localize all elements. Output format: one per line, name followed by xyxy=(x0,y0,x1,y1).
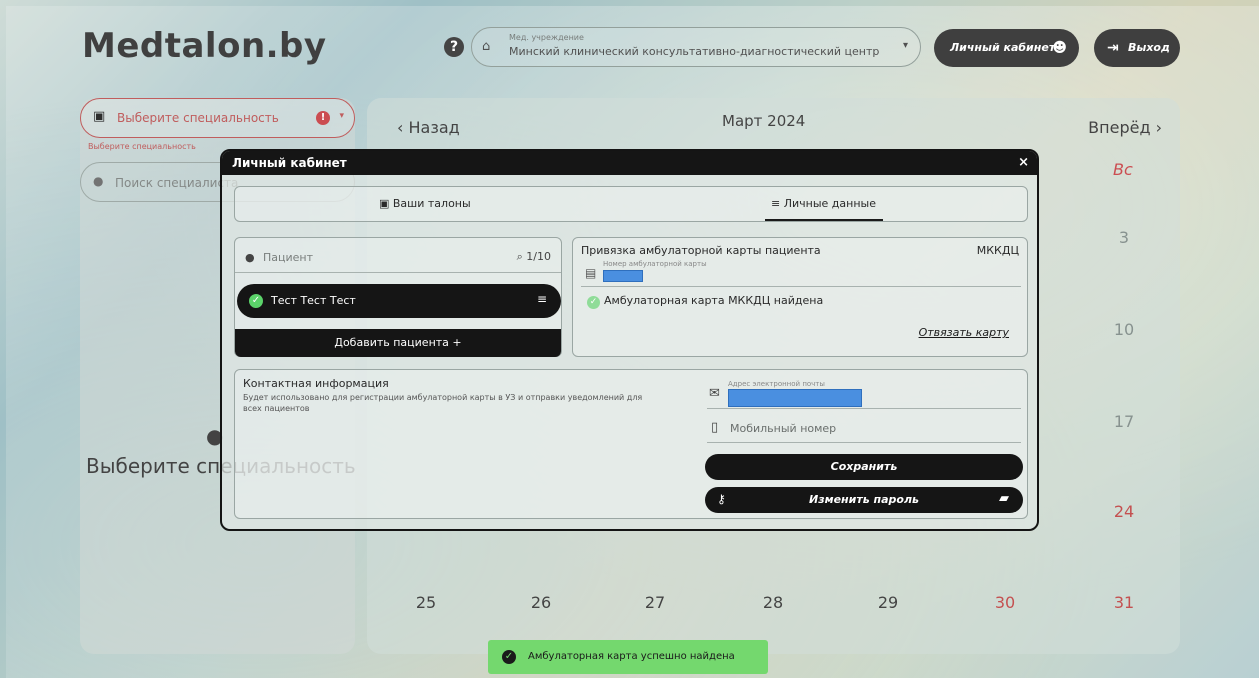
toast-text: Амбулаторная карта успешно найдена xyxy=(528,651,735,662)
add-patient-button[interactable]: Добавить пациента + xyxy=(235,329,561,357)
modal-header: Личный кабинет × xyxy=(222,151,1037,175)
medical-file-icon: ▤ xyxy=(585,266,597,280)
email-field[interactable] xyxy=(728,389,862,407)
mail-icon: ✉ xyxy=(709,386,720,401)
patient-search-placeholder: Пациент xyxy=(263,251,314,264)
check-circle-icon: ✓ xyxy=(249,294,263,308)
modal-tabs: ▣ Ваши талоны ≡ Личные данные xyxy=(234,186,1028,222)
cabinet-modal: Личный кабинет × ▣ Ваши талоны ≡ Личные … xyxy=(220,149,1039,531)
phone-icon: ▯ xyxy=(711,420,719,435)
tab-tickets-label: Ваши талоны xyxy=(392,197,471,210)
user-icon: ● xyxy=(245,251,255,264)
phone-field[interactable]: Мобильный номер xyxy=(730,422,836,435)
active-tab-indicator xyxy=(765,219,883,221)
card-number-label: Номер амбулаторной карты xyxy=(603,260,707,268)
divider xyxy=(581,286,1021,287)
edit-list-icon[interactable]: ≡ xyxy=(537,292,547,306)
ambulatory-card-panel: Привязка амбулаторной карты пациента МКК… xyxy=(572,237,1028,357)
check-circle-icon: ✓ xyxy=(587,296,600,309)
card-org: МККДЦ xyxy=(976,244,1019,257)
divider xyxy=(707,442,1021,443)
tab-personal-data[interactable]: ≡ Личные данные xyxy=(771,197,876,210)
tab-personal-data-label: Личные данные xyxy=(783,197,876,210)
card-found-text: Амбулаторная карта МККДЦ найдена xyxy=(604,294,824,307)
lock-icon: ▰ xyxy=(999,491,1009,506)
save-button[interactable]: Сохранить xyxy=(705,454,1023,480)
card-found-status: ✓ Амбулаторная карта МККДЦ найдена xyxy=(587,294,823,309)
change-password-button[interactable]: ⚷ Изменить пароль ▰ xyxy=(705,487,1023,513)
change-password-label: Изменить пароль xyxy=(809,493,919,506)
contact-title: Контактная информация xyxy=(243,377,389,390)
success-toast[interactable]: ✓ Амбулаторная карта успешно найдена xyxy=(488,640,768,674)
patient-name: Тест Тест Тест xyxy=(271,294,356,307)
unlink-card-link[interactable]: Отвязать карту xyxy=(919,326,1009,339)
divider xyxy=(235,272,561,273)
patient-count-value: 1/10 xyxy=(526,250,551,263)
card-number-field[interactable] xyxy=(603,270,643,282)
contact-panel: Контактная информация Будет использовано… xyxy=(234,369,1028,519)
tab-tickets[interactable]: ▣ Ваши талоны xyxy=(379,197,471,210)
check-circle-icon: ✓ xyxy=(502,650,516,664)
divider xyxy=(707,408,1021,409)
patient-count: ⌕ 1/10 xyxy=(517,250,551,264)
close-icon[interactable]: × xyxy=(1018,155,1029,170)
email-label: Адрес электронной почты xyxy=(728,380,825,388)
patients-panel: ● Пациент ⌕ 1/10 ✓ Тест Тест Тест ≡ Доба… xyxy=(234,237,562,357)
contact-description: Будет использовано для регистрации амбул… xyxy=(243,393,643,413)
calendar-icon: ▣ xyxy=(379,197,393,210)
modal-title: Личный кабинет xyxy=(232,156,347,170)
edit-list-icon: ≡ xyxy=(771,197,784,210)
card-panel-title: Привязка амбулаторной карты пациента xyxy=(581,244,821,257)
search-icon: ⌕ xyxy=(516,250,527,263)
patient-item[interactable]: ✓ Тест Тест Тест ≡ xyxy=(237,284,561,318)
